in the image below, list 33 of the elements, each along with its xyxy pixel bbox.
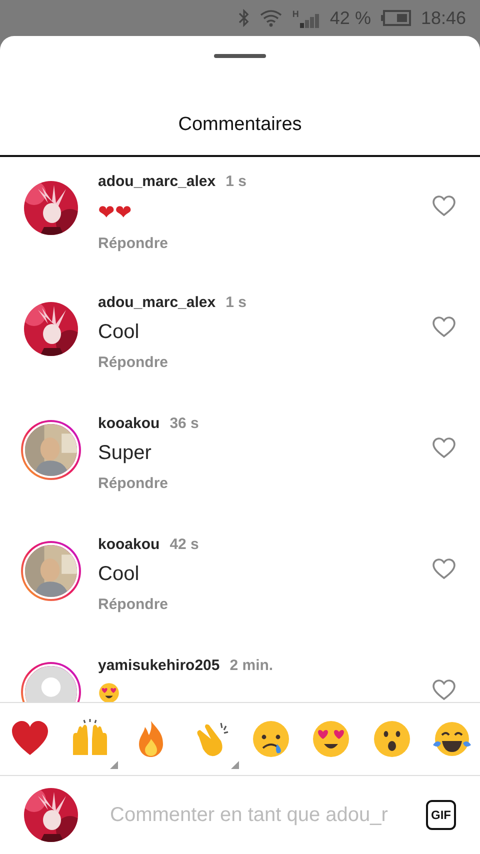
username[interactable]: adou_marc_alex [98, 294, 216, 311]
gif-button[interactable]: GIF [426, 800, 456, 830]
timestamp: 1 s [226, 294, 246, 311]
heart-icon[interactable] [432, 195, 456, 217]
bluetooth-icon [238, 9, 250, 27]
timestamp: 2 min. [230, 657, 274, 674]
heart-icon[interactable] [432, 316, 456, 338]
comment-text: ❤❤ [98, 201, 133, 225]
username[interactable]: kooakou [98, 536, 160, 553]
clock: 18:46 [420, 8, 466, 28]
timestamp: 36 s [170, 415, 199, 432]
battery-icon [380, 10, 411, 26]
tears-of-joy-face-icon[interactable] [432, 719, 472, 759]
signal-icon [300, 14, 320, 28]
comment-text: Cool [98, 563, 140, 586]
surprised-face-icon[interactable] [372, 719, 412, 759]
heart-icon[interactable] [432, 558, 456, 580]
comment-text: Cool [98, 321, 140, 344]
timestamp: 42 s [170, 536, 199, 553]
sheet-title: Commentaires [0, 76, 480, 157]
username[interactable]: kooakou [98, 415, 160, 432]
drag-handle[interactable] [214, 54, 266, 58]
comment-text: Super [98, 442, 152, 465]
heart-eyes-face-icon[interactable] [311, 719, 352, 759]
battery-percent: 42 % [330, 8, 371, 28]
heart-eyes-face-icon[interactable] [98, 682, 120, 702]
username[interactable]: adou_marc_alex [98, 173, 216, 190]
timestamp: 1 s [226, 173, 246, 190]
heart-icon[interactable] [432, 679, 456, 701]
crying-face-icon[interactable] [251, 719, 292, 759]
wifi-icon [260, 9, 282, 27]
heart-icon[interactable] [432, 437, 456, 459]
username[interactable]: yamisukehiro205 [98, 657, 220, 674]
